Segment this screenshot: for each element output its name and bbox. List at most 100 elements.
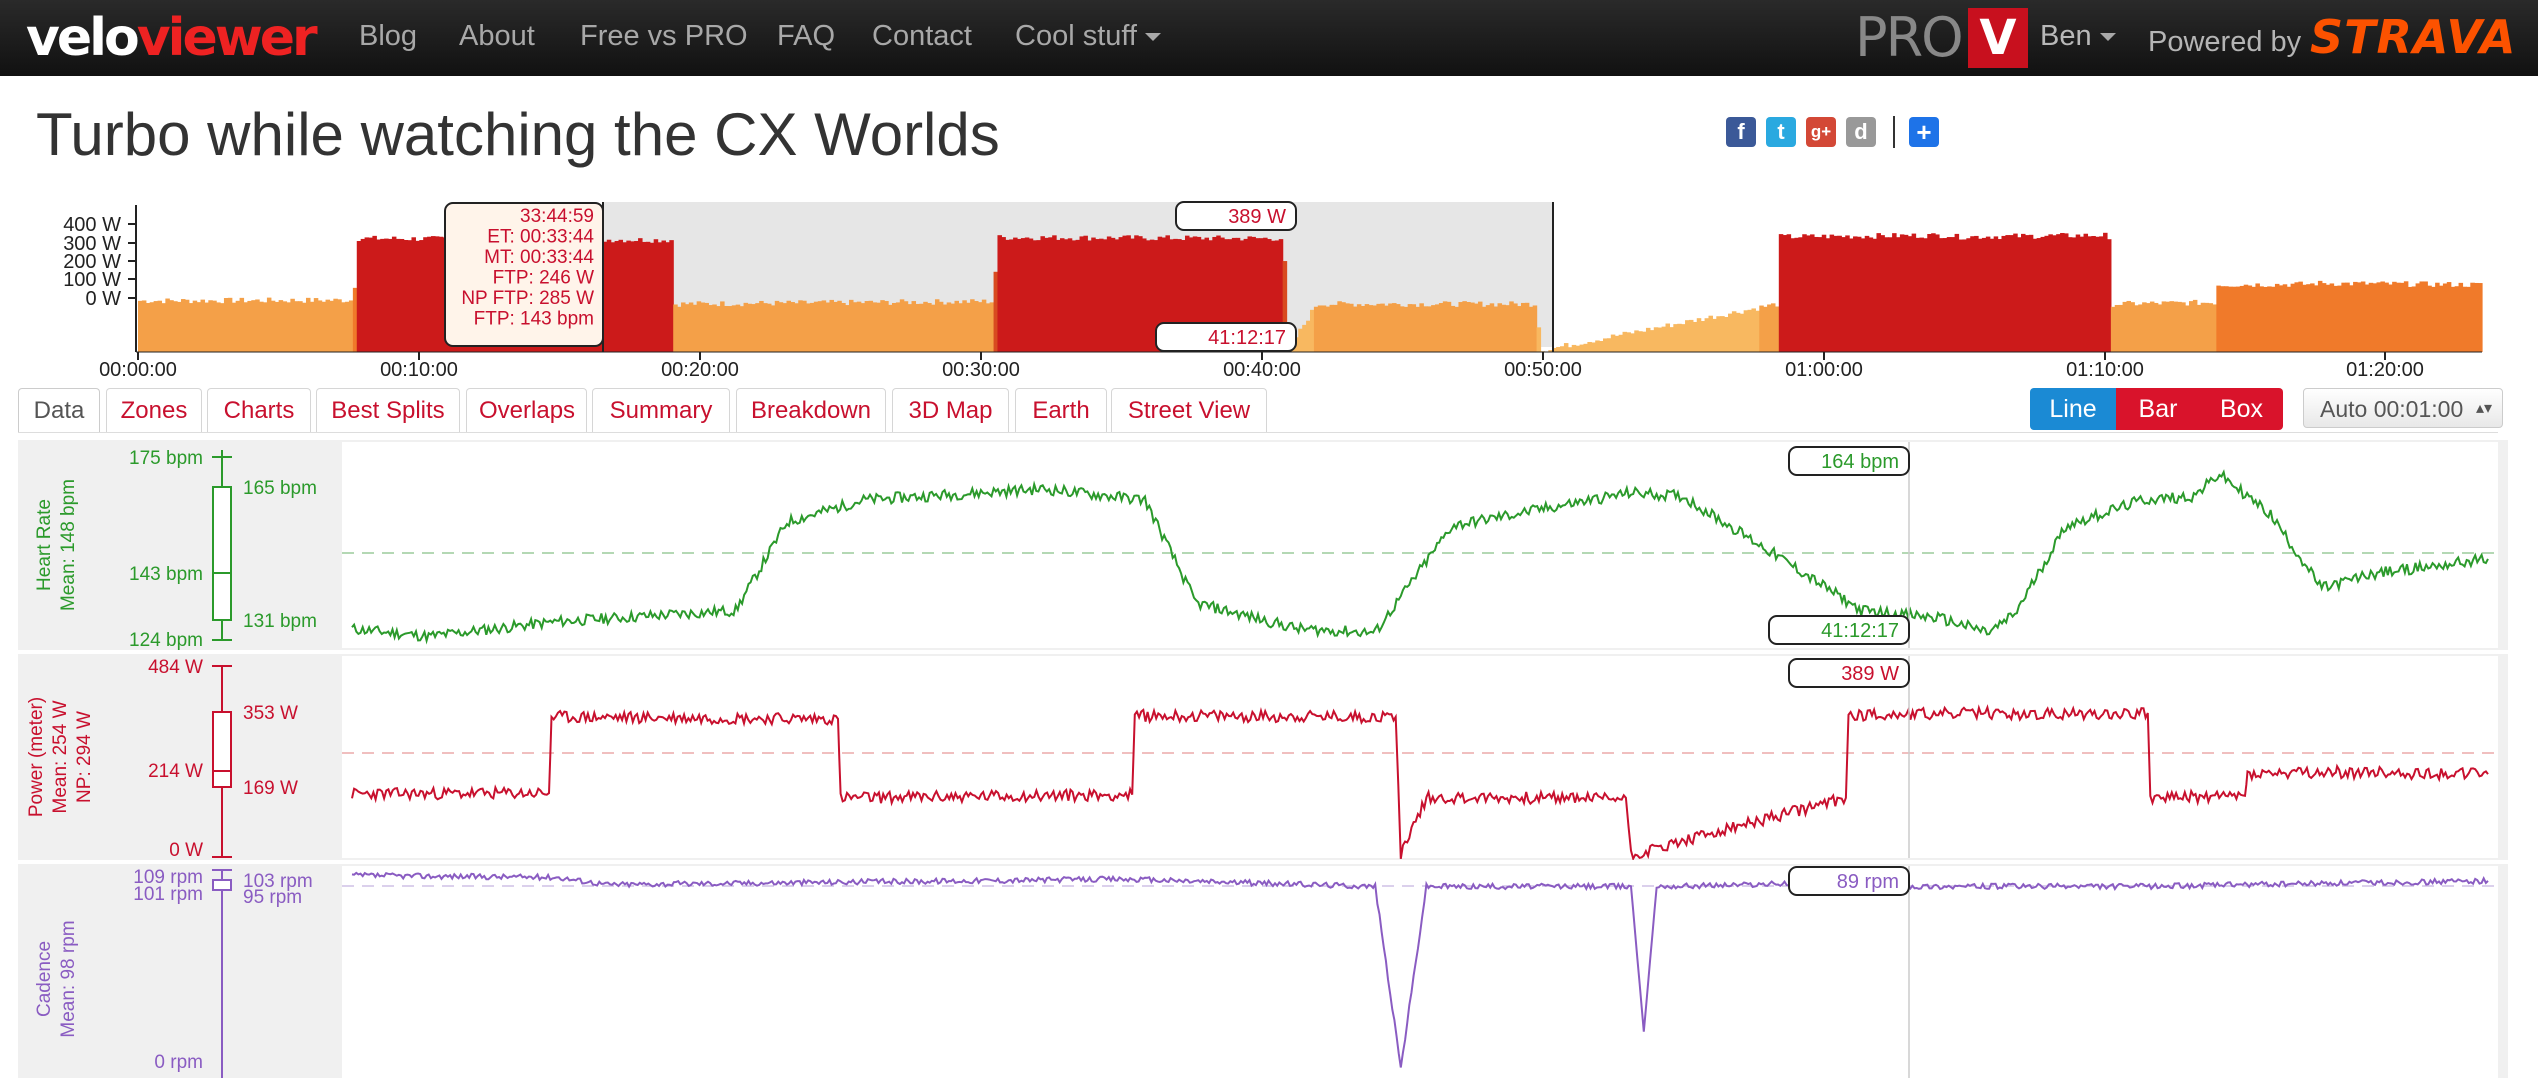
overview-power-bar	[2353, 281, 2358, 352]
nav-contact[interactable]: Contact	[872, 0, 972, 72]
overview-power-bar	[864, 301, 870, 352]
overview-power-chart[interactable]: 400 W300 W200 W100 W0 W 00:00:00 00:10:00…	[0, 195, 2538, 385]
view-box-button[interactable]: Box	[2200, 388, 2283, 430]
overview-power-bar	[1329, 304, 1335, 352]
overview-power-bar	[1321, 305, 1327, 352]
velo-viewer-logo[interactable]: veloviewer	[26, 8, 318, 68]
overview-power-bar	[2177, 301, 2182, 352]
power-plot-area[interactable]	[342, 656, 2498, 858]
cadence-box-plot	[212, 879, 232, 891]
overview-power-bar	[747, 303, 752, 352]
overview-power-bar	[1470, 302, 1475, 352]
overview-power-bar	[1145, 240, 1151, 352]
overview-power-bar	[1767, 304, 1772, 352]
overview-power-bar	[403, 240, 409, 352]
overview-power-bar	[1903, 234, 1909, 352]
overview-power-bar	[970, 299, 975, 352]
overview-power-bar	[661, 240, 666, 352]
view-bar-button[interactable]: Bar	[2116, 388, 2200, 430]
facebook-icon[interactable]: f	[1726, 117, 1756, 147]
power-panel: Power (meter) Mean: 254 W NP: 294 W 484 …	[18, 654, 2508, 860]
tab-3d-map[interactable]: 3D Map	[892, 388, 1009, 432]
powered-by-label: Powered by	[2148, 26, 2302, 58]
tab-best-splits[interactable]: Best Splits	[316, 388, 460, 432]
overview-power-bar	[1739, 313, 1745, 352]
overview-power-bar	[1860, 238, 1866, 352]
tab-zones[interactable]: Zones	[106, 388, 202, 432]
overview-power-bar	[2149, 301, 2155, 352]
overview-power-bar	[399, 238, 405, 352]
overview-power-bar	[911, 301, 917, 352]
tab-street-view[interactable]: Street View	[1111, 388, 1267, 432]
strava-logo[interactable]: STRAVA	[2310, 10, 2517, 64]
updown-arrows-icon: ▴▾	[2475, 400, 2492, 417]
tab-charts[interactable]: Charts	[207, 388, 311, 432]
overview-power-bar	[766, 303, 772, 352]
overview-power-bar	[1352, 306, 1358, 352]
overview-power-bar	[677, 306, 682, 352]
overview-power-bar	[1110, 237, 1116, 352]
overview-power-bar	[1872, 238, 1878, 352]
avatar[interactable]: V	[1968, 8, 2028, 68]
twitter-icon[interactable]: t	[1766, 117, 1796, 147]
tab-earth[interactable]: Earth	[1015, 388, 1107, 432]
nav-blog[interactable]: Blog	[359, 0, 417, 72]
overview-power-bar	[1419, 303, 1424, 352]
overview-power-bar	[1442, 301, 1448, 352]
overview-power-bar	[376, 239, 381, 352]
overview-power-bar	[1599, 340, 1604, 352]
overview-power-bar	[290, 298, 295, 352]
overview-x-tick-label: 00:40:00	[1223, 359, 1301, 381]
addthis-icon[interactable]: +	[1909, 117, 1939, 147]
view-line-button[interactable]: Line	[2030, 388, 2116, 430]
overview-power-bar	[1954, 233, 1960, 352]
tab-summary[interactable]: Summary	[592, 388, 730, 432]
overview-power-bar	[669, 240, 674, 352]
nav-cool-stuff[interactable]: Cool stuff	[1015, 0, 1161, 72]
overview-power-bar	[641, 241, 647, 352]
google-plus-icon[interactable]: g+	[1806, 117, 1836, 147]
overview-power-bar	[1118, 237, 1124, 352]
overview-power-bar	[2032, 238, 2038, 352]
overview-power-bar	[755, 303, 760, 352]
nav-faq[interactable]: FAQ	[777, 0, 835, 72]
hr-hover-value: 164 bpm	[1821, 451, 1899, 473]
overview-power-bar	[1653, 327, 1659, 352]
overview-power-bar	[1333, 304, 1338, 352]
smoothing-select[interactable]: Auto 00:01:00 ▴▾	[2303, 388, 2503, 428]
delicious-icon[interactable]: d	[1846, 117, 1876, 147]
overview-power-bar	[1099, 238, 1104, 352]
overview-power-bar	[368, 237, 373, 352]
overview-power-bar	[352, 287, 358, 352]
overview-power-bar	[434, 236, 440, 352]
tab-data[interactable]: Data	[18, 388, 100, 432]
overview-power-bar	[1935, 234, 1940, 352]
overview-power-bar	[1575, 345, 1581, 352]
nav-about[interactable]: About	[459, 0, 535, 72]
overview-power-bar	[2290, 283, 2296, 352]
overview-power-bar	[1595, 340, 1600, 352]
overview-power-bar	[2005, 235, 2010, 352]
overview-power-bar	[2181, 302, 2186, 352]
cadence-title: Cadence	[34, 941, 55, 1017]
overview-power-bar	[2024, 235, 2030, 352]
overview-power-bar	[1493, 306, 1499, 352]
nav-free-vs-pro[interactable]: Free vs PRO	[580, 0, 748, 72]
overview-power-bar	[2114, 304, 2120, 352]
cadence-plot-area[interactable]	[342, 866, 2498, 1078]
overview-power-bar	[274, 301, 280, 352]
tab-breakdown[interactable]: Breakdown	[736, 388, 886, 432]
overview-power-bar	[1438, 303, 1444, 352]
overview-power-bar	[829, 299, 834, 352]
overview-power-bar	[153, 301, 159, 352]
overview-power-bar	[2212, 304, 2217, 352]
overview-power-bar	[2185, 305, 2190, 352]
overview-power-bar	[856, 301, 862, 352]
tab-overlaps[interactable]: Overlaps	[466, 388, 587, 432]
overview-power-bar	[2341, 282, 2346, 352]
overview-power-bar	[212, 300, 217, 352]
overview-power-bar	[977, 302, 983, 352]
overview-power-bar	[1126, 235, 1131, 352]
overview-power-bar	[1579, 344, 1585, 352]
user-menu[interactable]: Ben	[2040, 0, 2116, 72]
